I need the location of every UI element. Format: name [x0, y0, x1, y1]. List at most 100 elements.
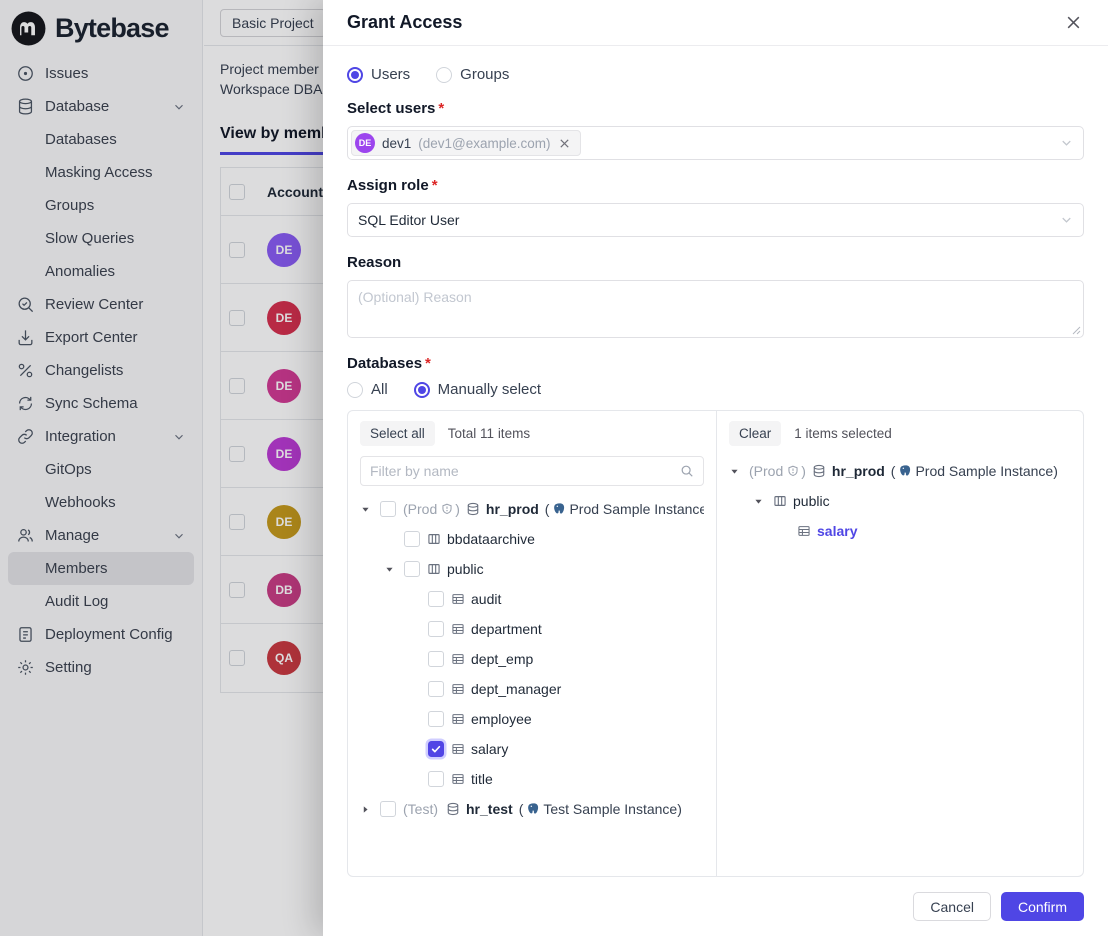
confirm-button[interactable]: Confirm	[1001, 892, 1084, 921]
grant-access-modal: Grant Access UsersGroups Select users* D…	[323, 0, 1108, 936]
resize-handle[interactable]	[1072, 326, 1081, 335]
instance-paren-close: )	[1053, 463, 1058, 479]
radio-unselected[interactable]	[347, 382, 363, 398]
instance-paren-open: (	[891, 463, 896, 479]
radio-label: Manually select	[438, 381, 541, 398]
tree-checkbox[interactable]	[380, 501, 396, 517]
environment-protected-icon	[787, 465, 799, 477]
modal-header: Grant Access	[323, 0, 1108, 46]
tree-checkbox[interactable]	[428, 771, 444, 787]
environment-label: (Prod	[403, 501, 437, 517]
modal-title: Grant Access	[347, 12, 462, 33]
tree-row-dept_manager[interactable]: dept_manager	[360, 674, 704, 704]
filter-placeholder: Filter by name	[370, 463, 459, 479]
instance-name: Prod Sample Instance	[915, 463, 1053, 479]
tree-row-hr_prod[interactable]: (Prod)hr_prod(Prod Sample Instance)	[360, 494, 704, 524]
total-items-label: Total 11 items	[448, 426, 530, 441]
instance-paren-close: )	[677, 801, 682, 817]
tree-checkbox[interactable]	[404, 531, 420, 547]
db-icon	[446, 802, 460, 816]
db-icon	[812, 464, 826, 478]
tree-row-public[interactable]: public	[360, 554, 704, 584]
table-icon	[797, 524, 811, 538]
cancel-button[interactable]: Cancel	[913, 892, 991, 921]
radio-label: Groups	[460, 66, 509, 83]
radio-label: All	[371, 381, 388, 398]
tree-expand-icon[interactable]	[753, 496, 773, 507]
databases-scope-option[interactable]: Manually select	[414, 381, 541, 398]
tree-checkbox[interactable]	[380, 801, 396, 817]
tree-node-label: dept_manager	[471, 681, 561, 697]
environment-protected-icon	[441, 503, 453, 515]
reason-textarea[interactable]	[347, 280, 1084, 338]
table-icon	[451, 682, 465, 696]
tree-checkbox[interactable]	[404, 561, 420, 577]
tree-row-public[interactable]: public	[729, 486, 1071, 516]
tree-checkbox[interactable]	[428, 741, 444, 757]
tree-checkbox[interactable]	[428, 711, 444, 727]
selected-user-chip: DE dev1 (dev1@example.com)	[351, 130, 581, 156]
chevron-down-icon	[1059, 136, 1074, 151]
tree-expand-icon[interactable]	[729, 466, 749, 477]
tree-node-label: employee	[471, 711, 532, 727]
remove-user-icon[interactable]	[558, 137, 571, 150]
instance-paren-open: (	[519, 801, 524, 817]
tree-row-salary[interactable]: salary	[729, 516, 1071, 546]
tree-row-employee[interactable]: employee	[360, 704, 704, 734]
clear-button[interactable]: Clear	[729, 421, 781, 446]
tree-expand-icon[interactable]	[360, 804, 380, 815]
radio-unselected[interactable]	[436, 67, 452, 83]
select-all-button[interactable]: Select all	[360, 421, 435, 446]
picker-right-toolbar: Clear 1 items selected	[729, 421, 1071, 446]
schema-icon	[773, 494, 787, 508]
tree-node-label: hr_test	[466, 801, 513, 817]
databases-radio-group: All Manually select	[347, 381, 1084, 398]
tree-row-audit[interactable]: audit	[360, 584, 704, 614]
tree-node-label: dept_emp	[471, 651, 533, 667]
databases-label: Databases*	[347, 355, 1084, 372]
table-icon	[451, 622, 465, 636]
tree-row-hr_prod[interactable]: (Prod)hr_prod(Prod Sample Instance)	[729, 456, 1071, 486]
postgresql-icon	[898, 464, 912, 478]
tree-checkbox[interactable]	[428, 621, 444, 637]
modal-body: UsersGroups Select users* DE dev1 (dev1@…	[323, 46, 1108, 877]
database-picker-selected: Clear 1 items selected (Prod) hr_prod ( Pro…	[717, 411, 1083, 876]
db-icon	[466, 502, 480, 516]
databases-scope-option[interactable]: All	[347, 381, 388, 398]
radio-selected[interactable]	[347, 67, 363, 83]
table-icon	[451, 772, 465, 786]
table-icon	[451, 592, 465, 606]
member-type-option[interactable]: Users	[347, 66, 410, 83]
radio-selected[interactable]	[414, 382, 430, 398]
tree-node-label: public	[447, 561, 484, 577]
tree-checkbox[interactable]	[428, 651, 444, 667]
environment-label: (Prod	[749, 463, 783, 479]
chip-user-name: dev1	[382, 136, 411, 151]
tree-row-dept_emp[interactable]: dept_emp	[360, 644, 704, 674]
tree-node-label: hr_prod	[832, 463, 885, 479]
tree-node-label: salary	[471, 741, 508, 757]
required-asterisk: *	[425, 355, 431, 372]
tree-checkbox[interactable]	[428, 591, 444, 607]
tree-node-label: salary	[817, 523, 857, 539]
table-icon	[451, 742, 465, 756]
member-type-option[interactable]: Groups	[436, 66, 509, 83]
database-picker-source: Select all Total 11 items Filter by name…	[348, 411, 717, 876]
tree-row-bbdataarchive[interactable]: bbdataarchive	[360, 524, 704, 554]
tree-node-label: audit	[471, 591, 501, 607]
tree-row-title[interactable]: title	[360, 764, 704, 794]
tree-checkbox[interactable]	[428, 681, 444, 697]
filter-by-name-input[interactable]: Filter by name	[360, 456, 704, 486]
tree-expand-icon[interactable]	[360, 504, 380, 515]
select-users-input[interactable]: DE dev1 (dev1@example.com)	[347, 126, 1084, 160]
instance-name: Prod Sample Instance	[569, 501, 704, 517]
tree-row-hr_test[interactable]: (Test)hr_test(Test Sample Instance)	[360, 794, 704, 824]
instance-name: Test Sample Instance	[543, 801, 677, 817]
tree-expand-icon[interactable]	[384, 564, 404, 575]
modal-footer: Cancel Confirm	[323, 877, 1108, 936]
assign-role-select[interactable]: SQL Editor User	[347, 203, 1084, 237]
close-icon[interactable]	[1062, 12, 1084, 34]
database-picker-panel: Select all Total 11 items Filter by name…	[347, 410, 1084, 877]
tree-row-department[interactable]: department	[360, 614, 704, 644]
tree-row-salary[interactable]: salary	[360, 734, 704, 764]
